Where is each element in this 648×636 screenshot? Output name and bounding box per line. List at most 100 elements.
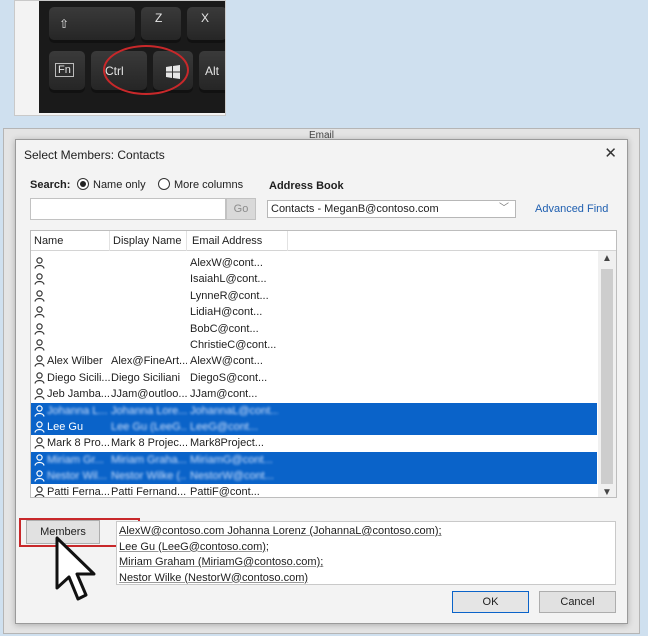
cell-email: AlexW@cont... [190,355,263,368]
table-row[interactable]: Mark 8 Pro... Mark 8 Projec... Mark8Projec… [31,435,597,451]
list-header: Name Display Name Email Address [31,231,616,251]
close-icon[interactable]: ✕ [604,144,617,162]
contact-icon [34,437,45,450]
cell-email: PattiF@cont... [190,486,260,498]
shift-key: ⇧ [49,7,135,43]
cell-email: LidiaH@cont... [190,306,263,319]
cancel-button[interactable]: Cancel [539,591,616,613]
z-key: Z [141,7,181,43]
cell-display-name: Johanna Lore... [111,404,187,417]
ok-button[interactable]: OK [452,591,529,613]
contact-icon [34,388,45,400]
cell-display-name: Lee Gu (LeeG... [111,420,187,433]
scroll-down-icon[interactable]: ▼ [602,487,612,497]
table-row[interactable]: LidiaH@cont... [31,304,597,320]
ctrl-highlight-circle [103,45,189,95]
contact-rows: AlexW@cont... IsaiahL@cont... LynneR@cont.… [31,255,597,498]
cell-display-name: Mark 8 Projec... [111,437,187,450]
cell-display-name: Nestor Wilke (... [111,470,187,483]
fn-key: Fn [49,51,85,93]
scroll-up-icon[interactable]: ▲ [602,253,612,264]
cell-email: ChristieC@cont... [190,338,277,351]
chevron-down-icon: ﹀ [499,203,509,214]
table-row[interactable]: Miriam Gr... Miriam Graha... MiriamG@cont.… [31,451,597,469]
dialog-title: Select Members: Contacts [24,148,165,162]
mouse-cursor-icon [55,536,96,601]
column-header-display-name[interactable]: Display Name [113,235,181,247]
name-only-label[interactable]: Name only [93,179,146,191]
cell-name: Miriam Gr... [47,453,104,466]
table-row[interactable]: Lee Gu Lee Gu (LeeG... LeeG@cont... [31,418,597,436]
cell-display-name: Alex@FineArt... [111,355,187,368]
cell-display-name: Miriam Graha... [111,453,187,466]
select-members-dialog: Select Members: Contacts ✕ Search: Name … [15,139,628,624]
cell-name: Johanna L... [47,404,108,417]
name-only-radio[interactable] [77,178,89,190]
more-columns-radio[interactable] [158,178,170,190]
cell-name: Mark 8 Pro... [47,437,110,450]
list-scrollbar[interactable]: ▲ ▼ [598,251,616,497]
cell-email: LeeG@cont... [190,420,259,433]
go-button[interactable]: Go [226,198,256,220]
cell-name: Diego Sicili... [47,371,111,384]
contacts-list[interactable]: Name Display Name Email Address AlexW@co… [30,230,617,498]
members-line: Nestor Wilke (NestorW@contoso.com) [119,571,309,584]
column-header-name[interactable]: Name [34,235,63,247]
contact-icon [34,306,45,318]
table-row[interactable]: Johanna L... Johanna Lore... JohannaL@cont… [31,402,597,419]
search-input[interactable] [30,198,226,220]
table-row[interactable]: Jeb Jamba... JJam@outloo... JJam@cont... [31,386,597,402]
keyboard-photo: ⇧ Z X Fn Ctrl Alt [14,0,226,116]
contact-icon [34,290,45,302]
contact-icon [34,339,45,351]
address-book-label: Address Book [269,180,344,192]
cell-email: DiegoS@cont... [190,371,268,384]
cell-display-name: Patti Fernand... [111,486,187,498]
contact-icon [34,453,45,466]
members-line: Lee Gu (LeeG@contoso.com); [119,540,269,553]
cell-email: JJam@cont... [190,388,258,401]
cell-name: Lee Gu [47,420,84,433]
contact-icon [34,404,45,417]
table-row[interactable]: AlexW@cont... [31,255,597,271]
more-columns-label[interactable]: More columns [174,179,243,191]
table-row[interactable]: Diego Sicili... Diego Siciliani DiegoS@con… [31,370,597,386]
address-book-select[interactable]: Contacts - MeganB@contoso.com ﹀ [267,200,516,218]
alt-key: Alt [199,51,225,93]
cell-name: Patti Ferna... [47,486,110,498]
advanced-find-link[interactable]: Advanced Find [535,203,608,215]
contact-icon [34,257,45,269]
scrollbar-thumb[interactable] [601,269,613,484]
table-row[interactable]: Alex Wilber Alex@FineArt... AlexW@cont... [31,353,597,369]
table-row[interactable]: LynneR@cont... [31,288,597,304]
cell-email: JohannaL@cont... [190,404,278,417]
cell-email: MiriamG@cont... [190,453,273,466]
members-line: AlexW@contoso.com Johanna Lorenz (Johann… [119,525,442,537]
table-row[interactable]: ChristieC@cont... [31,337,597,353]
members-field[interactable]: AlexW@contoso.com Johanna Lorenz (Johann… [116,521,616,585]
cell-display-name: JJam@outloo... [111,388,187,401]
table-row[interactable]: IsaiahL@cont... [31,271,597,287]
cell-name: Alex Wilber [47,355,103,368]
members-line: Miriam Graham (MiriamG@contoso.com); [119,556,324,568]
cell-email: AlexW@cont... [190,257,263,269]
contact-icon [34,470,45,482]
cell-email: LynneR@cont... [190,289,269,302]
cell-display-name: Diego Siciliani [111,371,181,384]
contact-icon [34,486,45,497]
table-row[interactable]: Patti Ferna... Patti Fernand... PattiF@con… [31,484,597,498]
contact-icon [34,372,45,384]
x-key: X [187,7,225,43]
cell-name: Nestor Wil... [47,470,107,483]
table-row[interactable]: BobC@cont... [31,321,597,337]
contact-icon [34,273,45,286]
search-label: Search: [30,179,71,191]
column-header-email[interactable]: Email Address [192,235,262,247]
keyboard: ⇧ Z X Fn Ctrl Alt [39,1,225,113]
address-book-value: Contacts - MeganB@contoso.com [271,203,439,215]
cell-email: IsaiahL@cont... [190,273,267,286]
contact-icon [34,355,45,368]
contact-icon [34,421,45,433]
table-row[interactable]: Nestor Wil... Nestor Wilke (... NestorW@co… [31,468,597,485]
cell-email: BobC@cont... [190,322,259,335]
